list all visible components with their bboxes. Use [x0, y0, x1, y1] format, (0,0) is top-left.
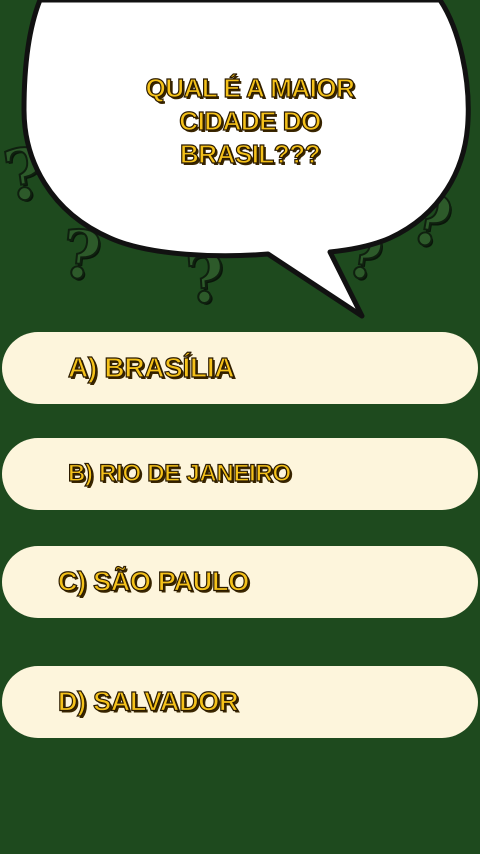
option-c-label: C) SÃO PAULO	[57, 566, 249, 597]
option-c-button[interactable]: C) SÃO PAULO	[2, 546, 478, 618]
question-line-1: QUAL É A MAIOR	[145, 72, 355, 103]
option-b-button[interactable]: B) RIO DE JANEIRO	[2, 438, 478, 510]
quiz-screen: ? ? ? ? ? QUAL É A MAIOR CIDADE DO BRASI…	[0, 0, 480, 854]
option-a-button[interactable]: A) BRASÍLIA	[2, 332, 478, 404]
option-a-label: A) BRASÍLIA	[67, 351, 235, 383]
option-b-label: B) RIO DE JANEIRO	[67, 459, 291, 487]
question-line-3: BRASIL???	[179, 138, 321, 169]
question-text: QUAL É A MAIOR CIDADE DO BRASIL???	[120, 72, 380, 171]
option-d-label: D) SALVADOR	[57, 686, 239, 717]
question-line-2: CIDADE DO	[179, 105, 322, 136]
option-d-button[interactable]: D) SALVADOR	[2, 666, 478, 738]
